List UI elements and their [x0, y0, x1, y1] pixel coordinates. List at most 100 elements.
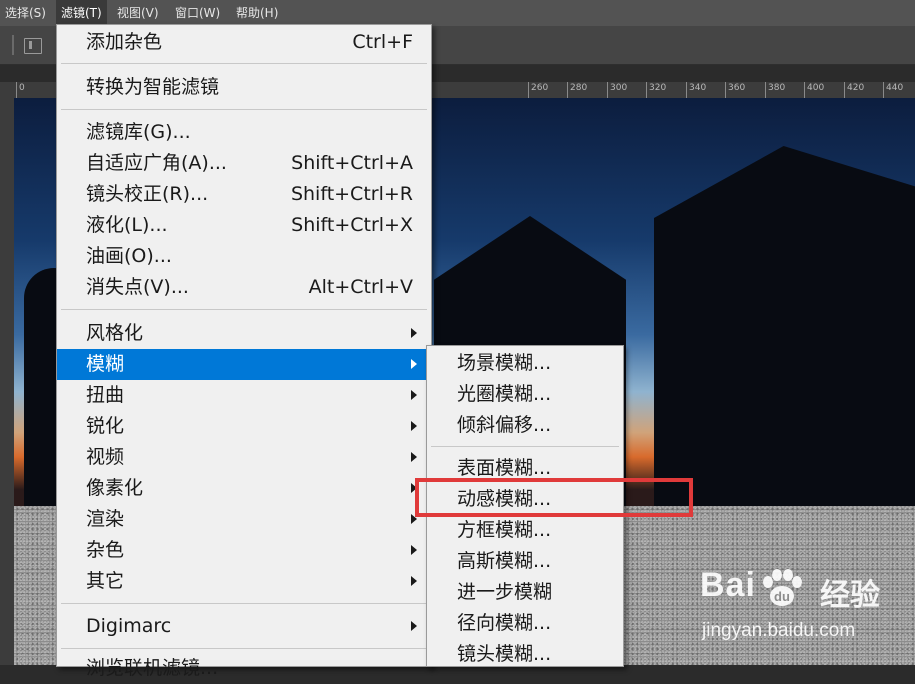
menu-item-shortcut: Shift+Ctrl+X — [291, 214, 413, 236]
watermark-logo-text: Bai — [700, 566, 756, 604]
chevron-right-icon — [411, 621, 417, 631]
menu-item-label: 添加杂色 — [86, 31, 163, 53]
menu-view[interactable]: 视图(V) — [112, 0, 164, 26]
menu-separator — [61, 63, 427, 64]
submenu-item-label: 镜头模糊... — [457, 643, 552, 665]
submenu-item-iris-blur[interactable]: 光圈模糊... — [427, 379, 623, 410]
submenu-item-label: 径向模糊... — [457, 612, 552, 634]
ruler-tick: 260 — [528, 82, 548, 98]
menu-item-render[interactable]: 渲染 — [57, 504, 431, 535]
menu-item-label: 锐化 — [86, 415, 125, 437]
submenu-item-blur-more[interactable]: 进一步模糊 — [427, 577, 623, 608]
submenu-item-label: 场景模糊... — [457, 352, 552, 374]
submenu-item-tilt-shift[interactable]: 倾斜偏移... — [427, 410, 623, 441]
menu-item-label: 转换为智能滤镜 — [86, 76, 220, 98]
menu-item-oil-paint[interactable]: 油画(O)... — [57, 241, 431, 272]
chevron-right-icon — [411, 576, 417, 586]
submenu-item-box-blur[interactable]: 方框模糊... — [427, 515, 623, 546]
chevron-right-icon — [411, 452, 417, 462]
filter-menu: 添加杂色 Ctrl+F 转换为智能滤镜 滤镜库(G)... 自适应广角(A)..… — [56, 24, 432, 679]
ruler-tick: 340 — [686, 82, 706, 98]
menu-item-label: 视频 — [86, 446, 125, 468]
chevron-right-icon — [411, 328, 417, 338]
menu-item-label: Digimarc — [86, 615, 172, 637]
watermark-brand-text: 经验 — [820, 578, 880, 613]
ruler-tick: 280 — [567, 82, 587, 98]
menu-item-convert-smart-filter[interactable]: 转换为智能滤镜 — [57, 72, 431, 103]
silo-right — [654, 146, 915, 506]
menu-item-label: 自适应广角(A)... — [86, 152, 227, 174]
annotation-highlight-box — [415, 478, 693, 517]
ruler-tick: 0 — [16, 82, 25, 98]
submenu-separator — [431, 446, 619, 447]
menu-item-label: 液化(L)... — [86, 214, 168, 236]
menu-item-liquify[interactable]: 液化(L)... Shift+Ctrl+X — [57, 210, 431, 241]
ruler-tick: 440 — [883, 82, 903, 98]
chevron-right-icon — [411, 545, 417, 555]
menu-help[interactable]: 帮助(H) — [231, 0, 283, 26]
ruler-tick: 300 — [607, 82, 627, 98]
submenu-item-lens-blur[interactable]: 镜头模糊... — [427, 639, 623, 670]
chevron-right-icon — [411, 421, 417, 431]
chevron-right-icon — [411, 390, 417, 400]
watermark-url: jingyan.baidu.com — [702, 620, 856, 641]
ruler-tick: 320 — [646, 82, 666, 98]
menu-item-add-noise[interactable]: 添加杂色 Ctrl+F — [57, 27, 431, 58]
menu-item-shortcut: Shift+Ctrl+A — [291, 152, 413, 174]
menu-item-blur[interactable]: 模糊 — [57, 349, 431, 380]
baidu-jingyan-watermark: Bai du 经验 jingyan.baidu.com — [700, 566, 900, 662]
menu-item-video[interactable]: 视频 — [57, 442, 431, 473]
menu-item-shortcut: Alt+Ctrl+V — [308, 276, 413, 298]
menu-item-adaptive-wide-angle[interactable]: 自适应广角(A)... Shift+Ctrl+A — [57, 148, 431, 179]
submenu-item-radial-blur[interactable]: 径向模糊... — [427, 608, 623, 639]
paw-icon: du — [763, 569, 802, 606]
menu-item-noise[interactable]: 杂色 — [57, 535, 431, 566]
menu-item-label: 油画(O)... — [86, 245, 172, 267]
menu-item-shortcut: Ctrl+F — [352, 31, 413, 53]
menu-item-label: 模糊 — [86, 353, 125, 375]
app-menubar: 选择(S) 滤镜(T) 视图(V) 窗口(W) 帮助(H) — [0, 0, 915, 26]
menu-item-digimarc[interactable]: Digimarc — [57, 611, 431, 642]
submenu-item-label: 高斯模糊... — [457, 550, 552, 572]
menu-separator — [61, 603, 427, 604]
menu-item-label: 扭曲 — [86, 384, 125, 406]
menu-select[interactable]: 选择(S) — [0, 0, 51, 26]
menu-item-distort[interactable]: 扭曲 — [57, 380, 431, 411]
ruler-tick: 400 — [804, 82, 824, 98]
ruler-tick: 420 — [844, 82, 864, 98]
menu-item-label: 浏览联机滤镜... — [86, 657, 219, 679]
menu-item-label: 渲染 — [86, 508, 125, 530]
menu-item-lens-correction[interactable]: 镜头校正(R)... Shift+Ctrl+R — [57, 179, 431, 210]
tool-preset-icon[interactable] — [24, 38, 42, 54]
ruler-tick: 380 — [765, 82, 785, 98]
options-grip-icon[interactable] — [12, 35, 14, 55]
menu-item-stylize[interactable]: 风格化 — [57, 318, 431, 349]
menu-item-label: 滤镜库(G)... — [86, 121, 191, 143]
menu-item-filter-gallery[interactable]: 滤镜库(G)... — [57, 117, 431, 148]
submenu-item-field-blur[interactable]: 场景模糊... — [427, 348, 623, 379]
menu-item-label: 杂色 — [86, 539, 125, 561]
submenu-item-label: 方框模糊... — [457, 519, 552, 541]
watermark-logo-suffix: du — [774, 589, 790, 604]
submenu-item-label: 倾斜偏移... — [457, 414, 552, 436]
menu-item-other[interactable]: 其它 — [57, 566, 431, 597]
menu-separator — [61, 648, 427, 649]
menu-separator — [61, 309, 427, 310]
vertical-ruler — [0, 98, 15, 665]
menu-item-pixelate[interactable]: 像素化 — [57, 473, 431, 504]
menu-item-label: 消失点(V)... — [86, 276, 189, 298]
ruler-tick: 360 — [725, 82, 745, 98]
menu-window[interactable]: 窗口(W) — [170, 0, 225, 26]
submenu-item-label: 进一步模糊 — [457, 581, 553, 603]
menu-item-sharpen[interactable]: 锐化 — [57, 411, 431, 442]
menu-item-vanishing-point[interactable]: 消失点(V)... Alt+Ctrl+V — [57, 272, 431, 303]
menu-filter[interactable]: 滤镜(T) — [56, 0, 107, 26]
menu-item-browse-filters-online[interactable]: 浏览联机滤镜... — [57, 653, 431, 684]
menu-item-label: 像素化 — [86, 477, 144, 499]
menu-item-label: 风格化 — [86, 322, 144, 344]
menu-item-shortcut: Shift+Ctrl+R — [290, 183, 413, 205]
menu-separator — [61, 109, 427, 110]
submenu-item-gaussian-blur[interactable]: 高斯模糊... — [427, 546, 623, 577]
submenu-item-label: 光圈模糊... — [457, 383, 552, 405]
menu-item-label: 其它 — [86, 570, 125, 592]
